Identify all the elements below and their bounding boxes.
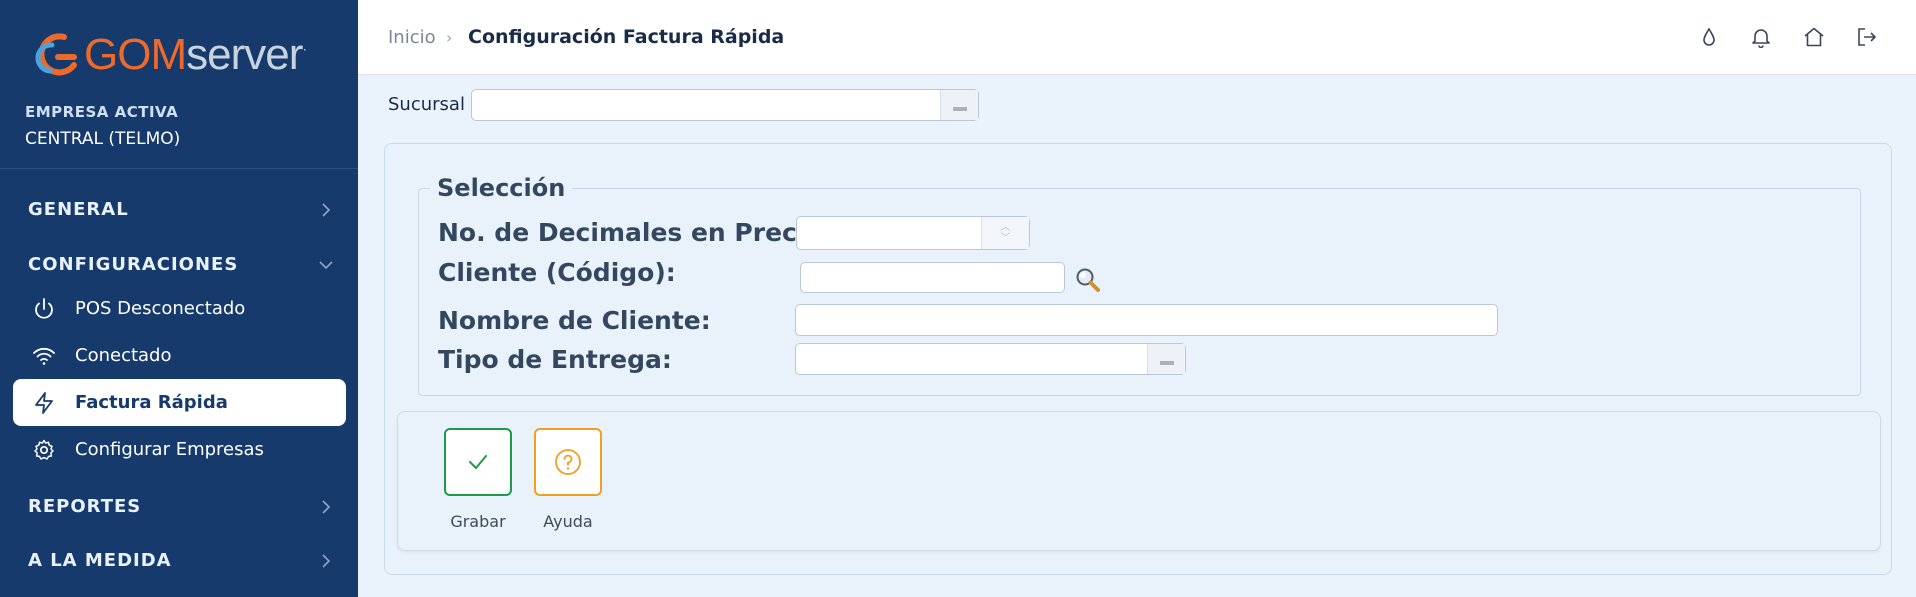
logo-text: GOMserver·	[84, 30, 307, 79]
sidebar-section-a-la-medida[interactable]: A LA MEDIDA	[28, 550, 334, 571]
decimals-label: No. de Decimales en Precio:	[438, 218, 833, 247]
dropdown-arrow-icon[interactable]	[940, 90, 978, 120]
wifi-icon	[31, 343, 57, 369]
gomserver-logo[interactable]: GOMserver·	[34, 30, 307, 80]
sidebar-item-configurar-empresas[interactable]: Configurar Empresas	[13, 426, 346, 473]
save-label: Grabar	[450, 512, 506, 531]
sidebar-section-reportes[interactable]: REPORTES	[28, 496, 334, 517]
topbar: Inicio › Configuración Factura Rápida	[358, 0, 1916, 75]
client-code-input[interactable]	[800, 262, 1065, 293]
help-label: Ayuda	[543, 512, 593, 531]
sidebar-divider	[0, 168, 358, 169]
seleccion-legend: Selección	[430, 174, 573, 202]
section-label: GENERAL	[28, 199, 129, 220]
chevron-right-icon	[322, 202, 331, 217]
client-code-label: Cliente (Código):	[438, 258, 676, 287]
home-icon[interactable]	[1800, 23, 1828, 51]
save-button[interactable]	[444, 428, 512, 496]
breadcrumb-home-link[interactable]: Inicio	[388, 27, 436, 48]
decimals-stepper[interactable]: ︿ ﹀	[796, 216, 1030, 250]
sidebar-section-general[interactable]: GENERAL	[28, 199, 334, 220]
delivery-label: Tipo de Entrega:	[438, 345, 672, 374]
actions-panel	[397, 411, 1881, 551]
sidebar-item-label: Factura Rápida	[75, 392, 228, 413]
delivery-type-select[interactable]	[795, 343, 1186, 375]
chevron-down-icon	[319, 260, 333, 269]
page-title: Configuración Factura Rápida	[468, 26, 785, 48]
power-icon	[31, 296, 57, 322]
gear-icon	[31, 437, 57, 463]
logout-icon[interactable]	[1853, 23, 1881, 51]
sidebar-item-factura-rapida[interactable]: Factura Rápida	[13, 379, 346, 426]
client-name-input[interactable]	[795, 304, 1498, 336]
logo-mark-icon	[35, 33, 77, 76]
sidebar-item-pos-desconectado[interactable]: POS Desconectado	[13, 285, 346, 332]
sucursal-select[interactable]	[471, 89, 979, 121]
chevron-right-icon	[322, 499, 331, 514]
breadcrumb-separator: ›	[446, 28, 453, 47]
sucursal-label: Sucursal	[388, 94, 465, 115]
client-name-label: Nombre de Cliente:	[438, 306, 711, 335]
section-label: CONFIGURACIONES	[28, 254, 239, 275]
section-label: REPORTES	[28, 496, 142, 517]
company-name: CENTRAL (TELMO)	[25, 129, 181, 149]
sidebar-item-label: Configurar Empresas	[75, 439, 264, 460]
sidebar-item-label: Conectado	[75, 345, 172, 366]
bell-icon[interactable]	[1747, 23, 1775, 51]
stepper-arrows-icon[interactable]: ︿ ﹀	[981, 217, 1029, 249]
question-icon	[555, 449, 581, 475]
drop-icon[interactable]	[1695, 23, 1723, 51]
company-label: EMPRESA ACTIVA	[25, 103, 179, 121]
chevron-right-icon	[322, 553, 331, 568]
section-label: A LA MEDIDA	[28, 550, 172, 571]
dropdown-arrow-icon[interactable]	[1147, 344, 1185, 374]
sidebar-item-conectado[interactable]: Conectado	[13, 332, 346, 379]
sidebar-item-label: POS Desconectado	[75, 298, 246, 319]
help-button[interactable]	[534, 428, 602, 496]
sidebar: GOMserver· EMPRESA ACTIVA CENTRAL (TELMO…	[0, 0, 358, 597]
search-icon[interactable]	[1074, 266, 1102, 294]
sidebar-section-configuraciones[interactable]: CONFIGURACIONES	[28, 254, 334, 275]
check-icon	[469, 455, 487, 469]
lightning-icon	[31, 390, 57, 416]
